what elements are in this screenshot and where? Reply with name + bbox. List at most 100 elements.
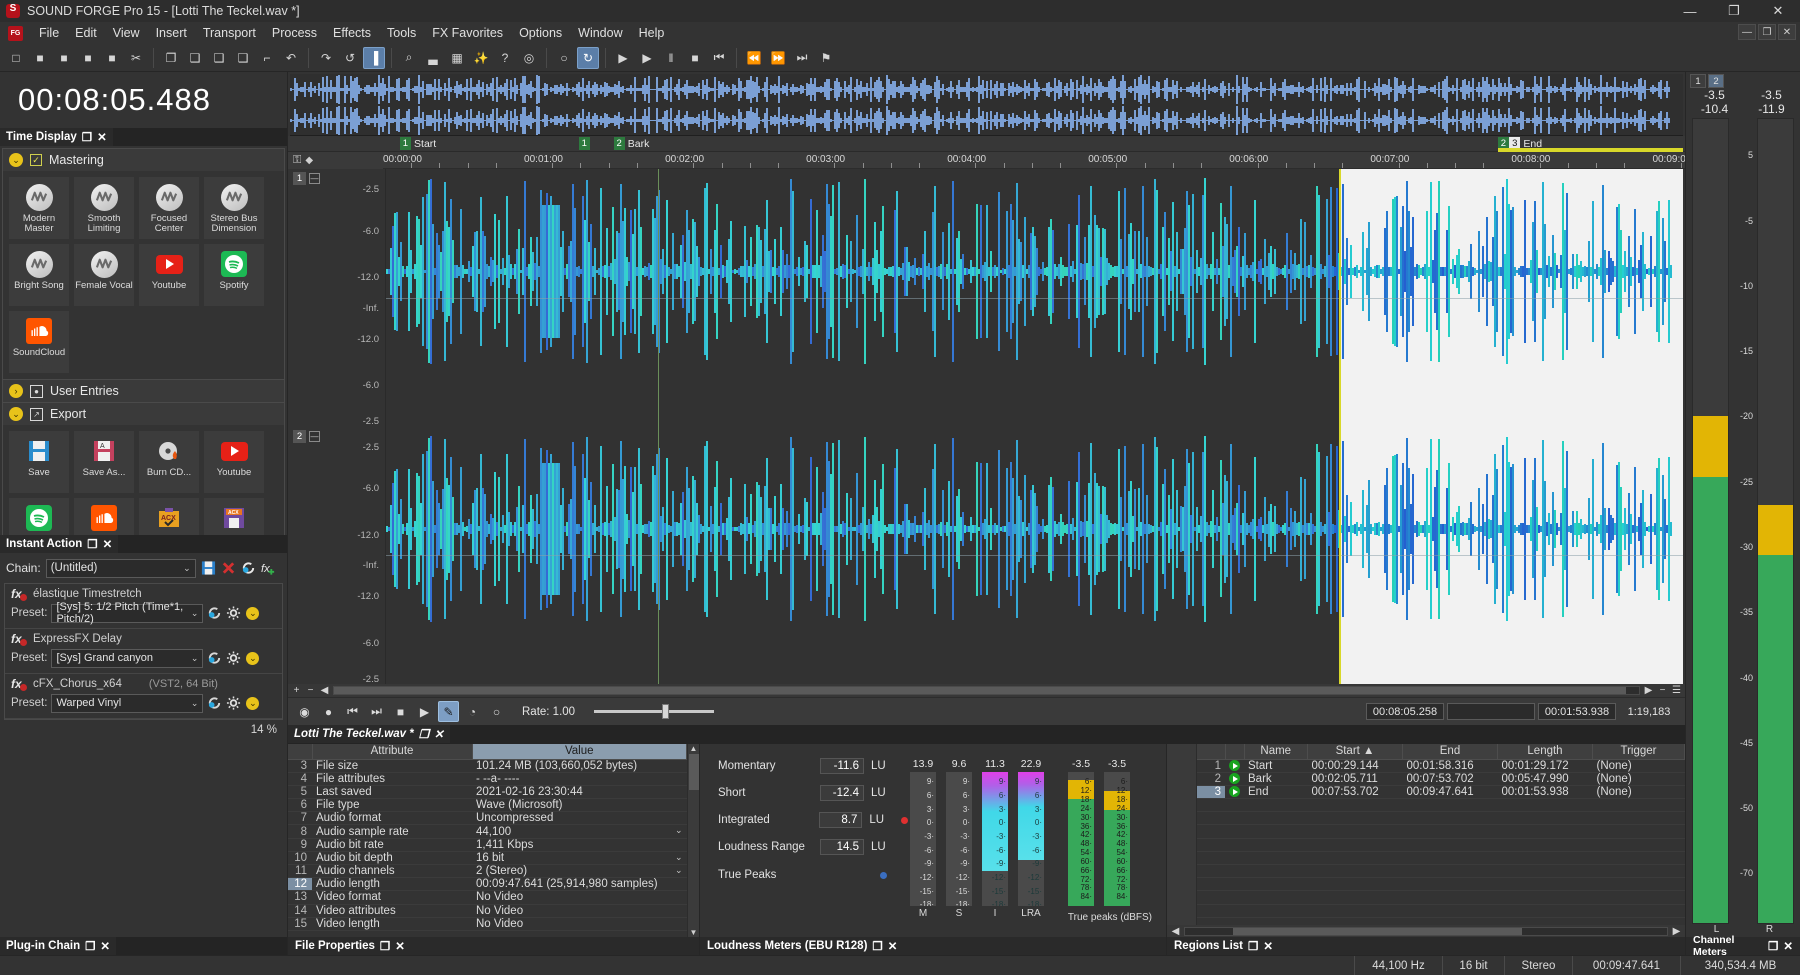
- fx-bypass-icon[interactable]: fx: [11, 632, 27, 646]
- mastering-tile-stereo-bus-dimension[interactable]: Stereo Bus Dimension: [204, 177, 264, 239]
- channel-2-waveform[interactable]: [385, 426, 1683, 684]
- rewind-icon[interactable]: ⏪: [743, 47, 765, 69]
- trim-crop-icon[interactable]: ⌐: [256, 47, 278, 69]
- gear-icon[interactable]: [226, 696, 241, 711]
- menu-effects[interactable]: Effects: [325, 23, 379, 43]
- export-tile-youtube[interactable]: Youtube: [204, 431, 264, 493]
- row-value[interactable]: 16 bit ⌄: [472, 851, 687, 866]
- zoom-out-2-icon[interactable]: −: [1657, 685, 1668, 696]
- regions-scrollbar-row[interactable]: ◀ ▶: [1167, 925, 1685, 937]
- menu-help[interactable]: Help: [631, 23, 673, 43]
- record-arm-icon[interactable]: ◉: [294, 701, 315, 722]
- plugin-item[interactable]: fx cFX_Chorus_x64 (VST2, 64 Bit) Preset: War…: [5, 674, 282, 719]
- close-icon[interactable]: ✕: [434, 727, 444, 741]
- row-value[interactable]: No Video: [472, 890, 687, 905]
- pause-icon[interactable]: ‖: [660, 47, 682, 69]
- cursor-time-field[interactable]: 00:08:05.258: [1366, 703, 1444, 720]
- close-icon[interactable]: ✕: [103, 537, 113, 551]
- save-file-icon[interactable]: ■: [53, 47, 75, 69]
- channel-meter-tab-2[interactable]: 2: [1708, 74, 1724, 88]
- magic-wand-icon[interactable]: ✨: [470, 47, 492, 69]
- close-icon[interactable]: ✕: [395, 939, 405, 953]
- mastering-tile-bright-song[interactable]: Bright Song: [9, 244, 69, 306]
- channel-2-minimize[interactable]: —: [309, 430, 320, 442]
- menu-options[interactable]: Options: [511, 23, 570, 43]
- row-value[interactable]: 2021-02-16 23:30:44: [472, 785, 687, 800]
- mastering-tile-modern-master[interactable]: Modern Master: [9, 177, 69, 239]
- th-region-trigger[interactable]: Trigger: [1592, 744, 1685, 760]
- meter-bar-left[interactable]: [1692, 118, 1729, 924]
- chevron-down-icon[interactable]: ⌄: [675, 865, 683, 876]
- record-icon[interactable]: ●: [318, 701, 339, 722]
- play-icon[interactable]: [1229, 773, 1240, 785]
- waveform-overview[interactable]: [290, 74, 1683, 136]
- export-tile-acx-export[interactable]: ACXACX Export: [204, 498, 264, 535]
- plugin-item[interactable]: fx élastique Timestretch Preset: [Sys] 5: 1…: [5, 584, 282, 629]
- table-row[interactable]: 3 File size 101.24 MB (103,660,052 bytes): [288, 759, 687, 773]
- table-row[interactable]: 14 Video attributes No Video: [288, 904, 687, 918]
- new-file-icon[interactable]: □: [5, 47, 27, 69]
- add-fx-icon[interactable]: fx: [261, 561, 276, 576]
- forward-icon[interactable]: ⏩: [767, 47, 789, 69]
- statistics-icon[interactable]: ▃: [422, 47, 444, 69]
- gear-icon[interactable]: [226, 651, 241, 666]
- preset-select[interactable]: [Sys] 5: 1/2 Pitch (Time*1, Pitch/2) ⌄: [51, 601, 204, 625]
- menu-insert[interactable]: Insert: [148, 23, 195, 43]
- close-icon[interactable]: ✕: [888, 939, 898, 953]
- menu-file[interactable]: File: [31, 23, 67, 43]
- table-row[interactable]: 11 Audio channels 2 (Stereo) ⌄: [288, 864, 687, 879]
- meter-bar-right[interactable]: [1757, 118, 1794, 924]
- fx-bypass-icon[interactable]: fx: [11, 677, 27, 691]
- channel-meter-bars[interactable]: 5 -5 -10 -15 -20 -25 -30 -35 -40 -45 -50 -70: [1686, 116, 1800, 924]
- th-region-length[interactable]: Length: [1497, 744, 1593, 760]
- float-icon[interactable]: ❐: [872, 939, 882, 953]
- table-row[interactable]: 8 Audio sample rate 44,100 ⌄: [288, 824, 687, 839]
- scroll-right-icon[interactable]: ▶: [1643, 685, 1654, 696]
- preset-select[interactable]: Warped Vinyl ⌄: [51, 693, 204, 713]
- repeat-icon[interactable]: ↺: [339, 47, 361, 69]
- mastering-tile-focused-center[interactable]: Focused Center: [139, 177, 199, 239]
- region-play-button[interactable]: [1225, 785, 1244, 800]
- tab-regions-list[interactable]: Regions List ❐ ✕: [1167, 937, 1685, 955]
- plugin-item[interactable]: fx ExpressFX Delay Preset: [Sys] Grand cany…: [5, 629, 282, 674]
- timeline-ruler[interactable]: 00:00:00 00:01:00 00:02:00 00:03:00 00:04:00…: [383, 152, 1685, 169]
- play-icon[interactable]: [1229, 760, 1240, 772]
- close-icon[interactable]: ✕: [1783, 939, 1793, 953]
- restore-icon[interactable]: ❐: [419, 727, 429, 741]
- fx-bypass-icon[interactable]: fx: [11, 587, 27, 601]
- selection-time-field[interactable]: [1447, 703, 1535, 720]
- chevron-down-icon[interactable]: ⌄: [245, 651, 260, 666]
- play-icon[interactable]: ▶: [636, 47, 658, 69]
- maximize-button[interactable]: ❐: [1712, 0, 1756, 22]
- chevron-down-icon[interactable]: ⌄: [9, 153, 23, 167]
- zoom-in-icon[interactable]: +: [291, 685, 302, 696]
- play-icon[interactable]: [1229, 786, 1240, 798]
- mix-paste-icon[interactable]: ❑: [232, 47, 254, 69]
- whats-this-icon[interactable]: ?: [494, 47, 516, 69]
- preset-select[interactable]: [Sys] Grand canyon ⌄: [51, 648, 204, 668]
- spectrum-icon[interactable]: ▐: [363, 46, 385, 69]
- marker-bar[interactable]: 1Start12Bark23End3: [288, 136, 1772, 152]
- menu-process[interactable]: Process: [264, 23, 325, 43]
- export-header[interactable]: ⌄ ↗ Export: [3, 403, 284, 425]
- export-tile-save-as[interactable]: A Save As...: [74, 431, 134, 493]
- scroll-left-icon[interactable]: ◀: [1170, 926, 1181, 937]
- row-value[interactable]: 101.24 MB (103,660,052 bytes): [472, 759, 687, 773]
- marker[interactable]: 1: [578, 137, 590, 150]
- tab-channel-meters[interactable]: Channel Meters ❐ ✕: [1686, 934, 1800, 958]
- mdi-close-button[interactable]: ✕: [1778, 24, 1796, 40]
- go-end-icon[interactable]: ⏭: [791, 47, 813, 69]
- chevron-down-icon[interactable]: ⌄: [675, 825, 683, 836]
- th-region-start[interactable]: Start ▲: [1307, 744, 1403, 760]
- region-play-button[interactable]: [1225, 772, 1244, 786]
- th-region-end[interactable]: End: [1402, 744, 1498, 760]
- row-value[interactable]: 1,411 Kbps: [472, 838, 687, 852]
- save-all-icon[interactable]: ■: [77, 47, 99, 69]
- marker[interactable]: 1 Start: [399, 137, 436, 150]
- loop-playback-icon[interactable]: ◔: [462, 701, 483, 722]
- chevron-down-icon[interactable]: ⌄: [245, 606, 260, 621]
- float-icon[interactable]: ❐: [82, 130, 92, 144]
- tab-loudness-meters[interactable]: Loudness Meters (EBU R128) ❐ ✕: [700, 937, 1166, 955]
- channel-1-minimize[interactable]: —: [309, 173, 320, 184]
- scroll-down-icon[interactable]: ▼: [690, 928, 698, 937]
